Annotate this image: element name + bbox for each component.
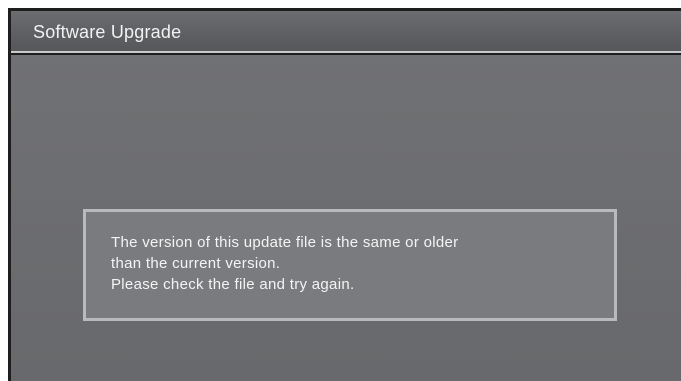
- title-bar: Software Upgrade: [11, 11, 681, 53]
- message-line-1: The version of this update file is the s…: [111, 234, 459, 251]
- screen-title: Software Upgrade: [33, 22, 182, 42]
- content-area: The version of this update file is the s…: [11, 55, 681, 381]
- message-line-3: Please check the file and try again.: [111, 276, 355, 293]
- error-message: The version of this update file is the s…: [111, 232, 458, 295]
- message-line-2: than the current version.: [111, 255, 281, 272]
- error-message-box: The version of this update file is the s…: [83, 209, 617, 321]
- software-upgrade-screen: Software Upgrade The version of this upd…: [8, 8, 681, 381]
